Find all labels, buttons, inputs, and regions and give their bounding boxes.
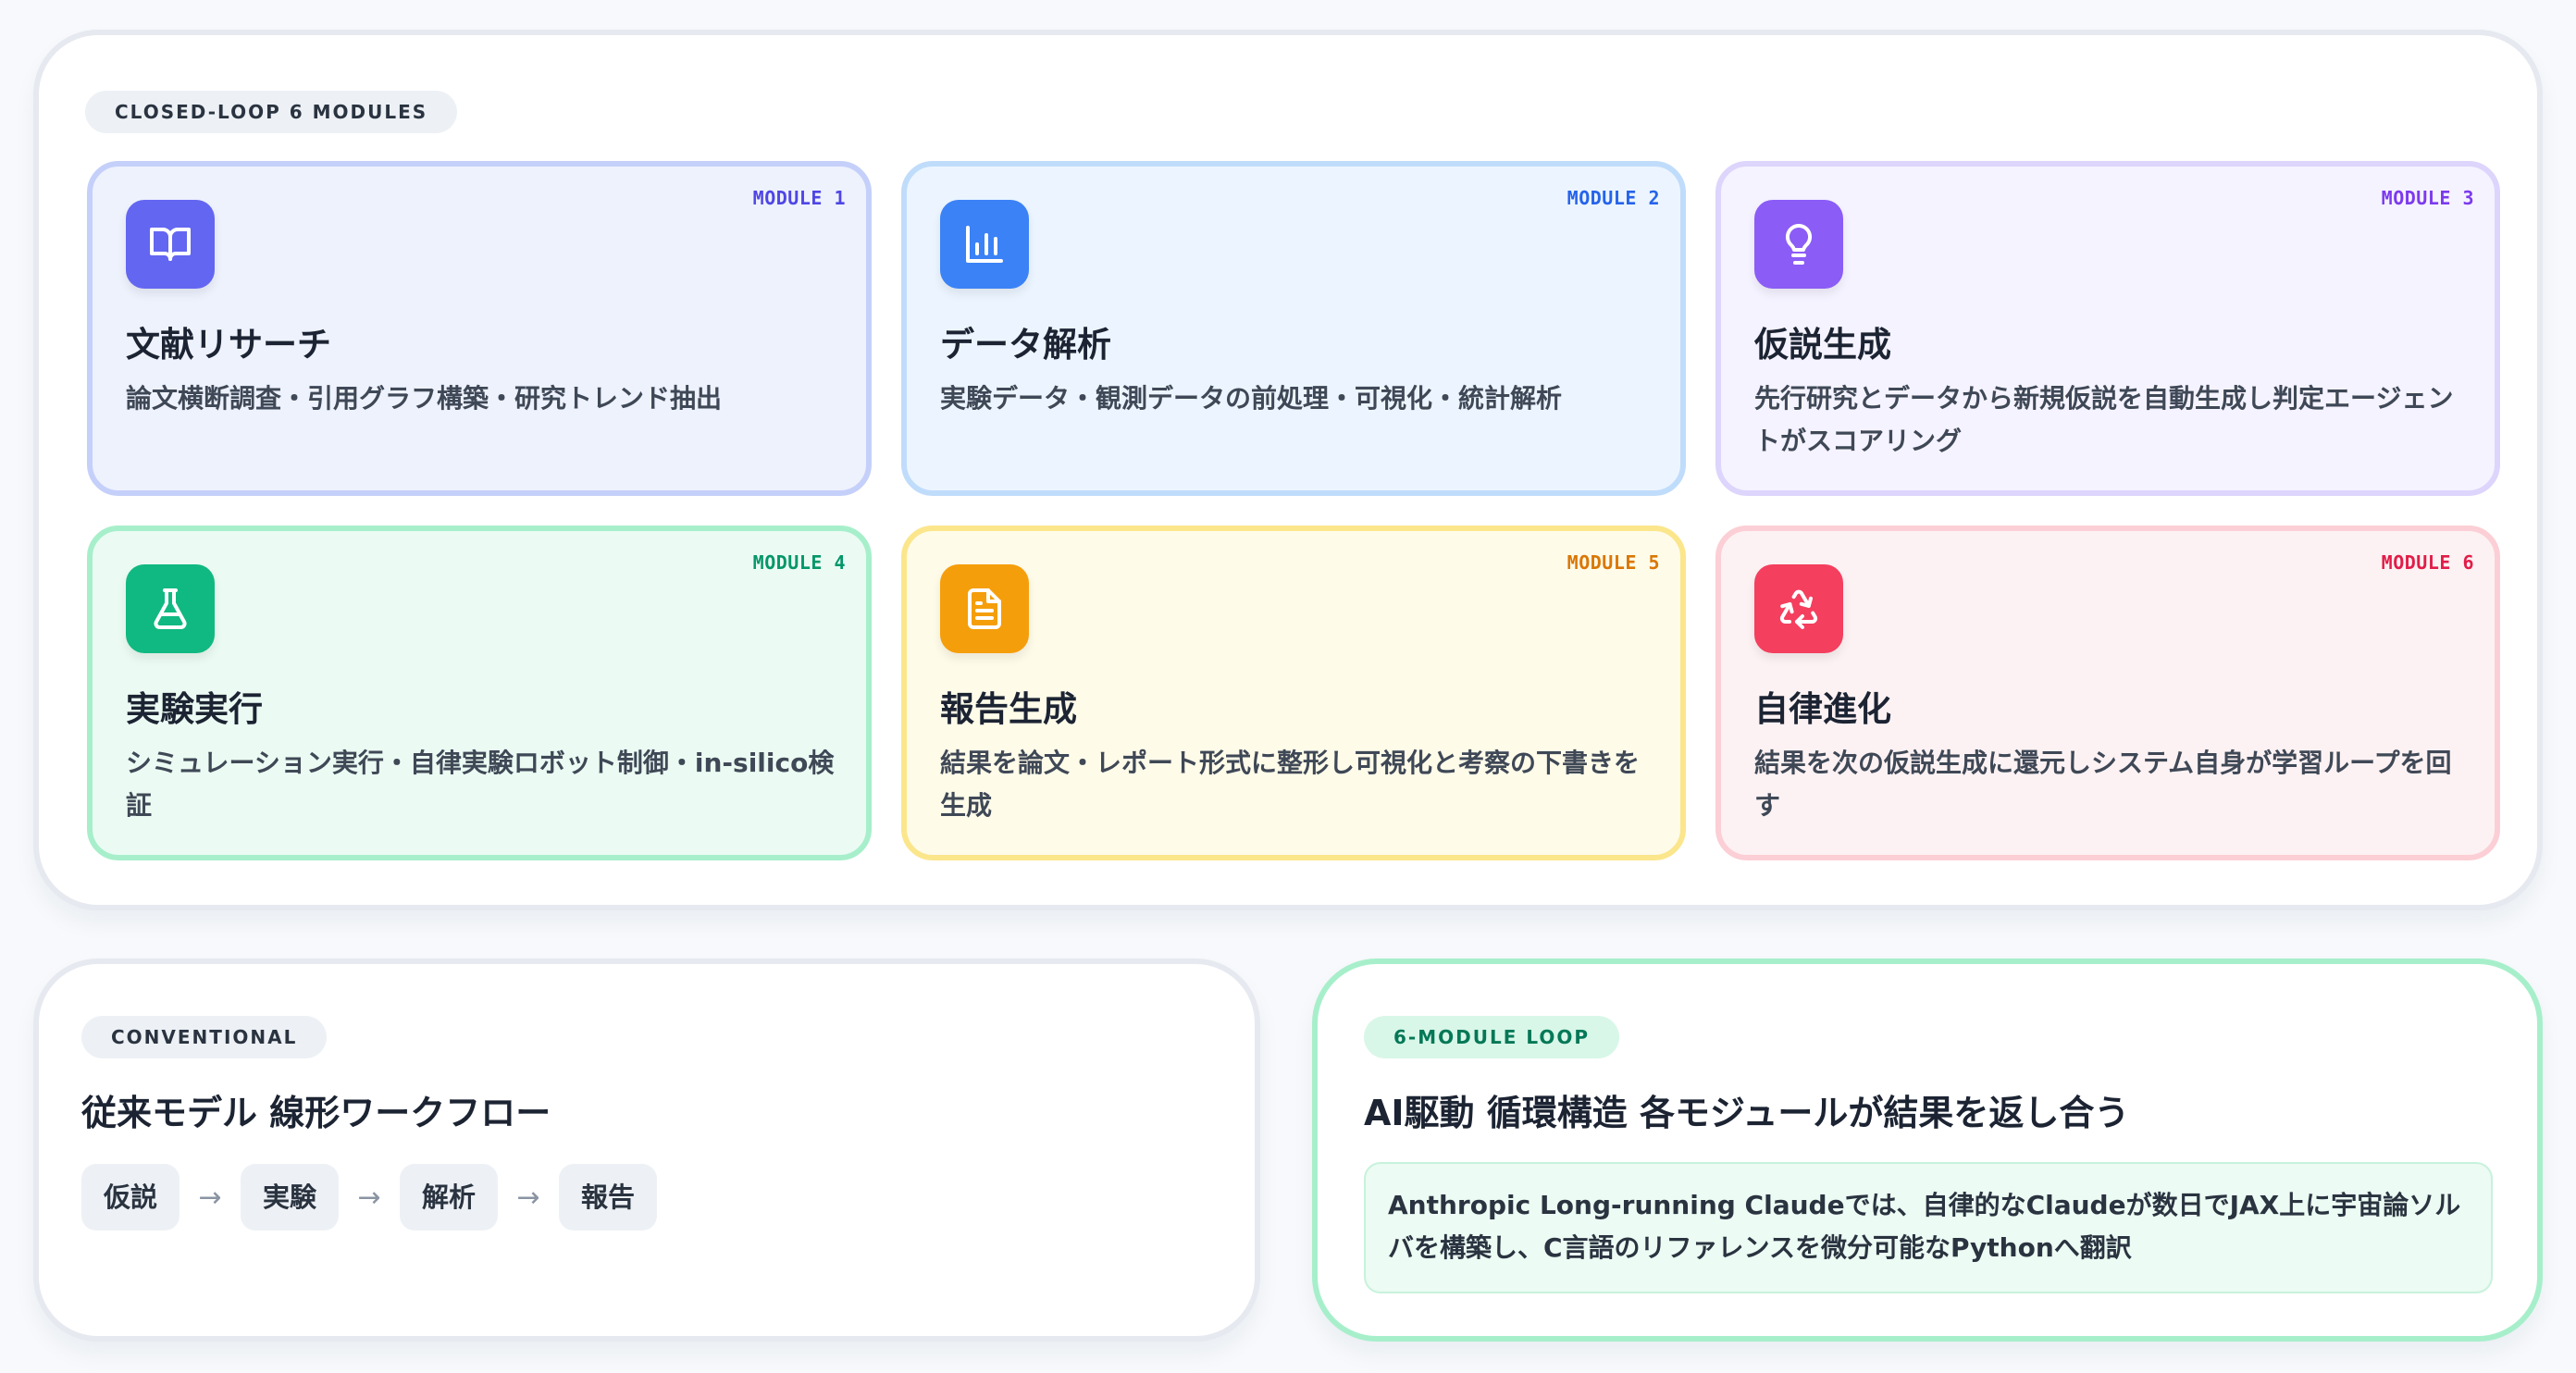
module-description: 実験データ・観測データの前処理・可視化・統計解析 xyxy=(940,383,1563,414)
conventional-panel: CONVENTIONAL 従来モデル 線形ワークフロー 仮説 → 実験 → 解析… xyxy=(33,959,1260,1342)
book-open-icon xyxy=(126,200,215,289)
workflow-step-analysis: 解析 xyxy=(400,1164,499,1231)
module-tag: MODULE 2 xyxy=(1567,187,1660,209)
module-description: 結果を論文・レポート形式に整形し可視化と考察の下書きを生成 xyxy=(940,748,1641,821)
arrow-right-icon: → xyxy=(357,1181,381,1214)
conventional-title: 従来モデル 線形ワークフロー xyxy=(81,1093,551,1133)
module-card-6[interactable]: MODULE 6 自律進化 結果を次の仮説生成に還元しシステム自身が学習ループを… xyxy=(1715,526,2500,860)
module-title: 実験実行 xyxy=(126,689,263,729)
conventional-chip: CONVENTIONAL xyxy=(81,1016,328,1058)
module-tag: MODULE 4 xyxy=(752,551,846,574)
module-card-2[interactable]: MODULE 2 データ解析 実験データ・観測データの前処理・可視化・統計解析 xyxy=(901,161,1686,496)
closed-loop-chip: CLOSED-LOOP 6 MODULES xyxy=(85,91,458,133)
module-card-4[interactable]: MODULE 4 実験実行 シミュレーション実行・自律実験ロボット制御・in-s… xyxy=(87,526,872,860)
module-tag: MODULE 3 xyxy=(2381,187,2474,209)
linear-workflow: 仮説 → 実験 → 解析 → 報告 xyxy=(81,1164,658,1231)
module-title: データ解析 xyxy=(940,325,1111,365)
module-card-1[interactable]: MODULE 1 文献リサーチ 論文横断調査・引用グラフ構築・研究トレンド抽出 xyxy=(87,161,872,496)
loop-example-note: Anthropic Long-running Claudeでは、自律的なClau… xyxy=(1364,1162,2493,1293)
module-tag: MODULE 1 xyxy=(752,187,846,209)
workflow-step-report: 報告 xyxy=(559,1164,658,1231)
loop-chip: 6-MODULE LOOP xyxy=(1364,1016,1620,1058)
workflow-step-hypothesis: 仮説 xyxy=(81,1164,180,1231)
lightbulb-icon xyxy=(1754,200,1843,289)
recycle-icon xyxy=(1754,564,1843,653)
module-card-5[interactable]: MODULE 5 報告生成 結果を論文・レポート形式に整形し可視化と考察の下書き… xyxy=(901,526,1686,860)
modules-panel: CLOSED-LOOP 6 MODULES MODULE 1 文献リサーチ 論文… xyxy=(33,30,2543,910)
loop-panel: 6-MODULE LOOP AI駆動 循環構造 各モジュールが結果を返し合う A… xyxy=(1312,959,2543,1342)
arrow-right-icon: → xyxy=(198,1181,222,1214)
module-title: 仮説生成 xyxy=(1754,325,1891,365)
flask-icon xyxy=(126,564,215,653)
module-title: 文献リサーチ xyxy=(126,325,331,365)
module-description: 結果を次の仮説生成に還元しシステム自身が学習ループを回す xyxy=(1754,748,2452,821)
module-description: 先行研究とデータから新規仮説を自動生成し判定エージェントがスコアリング xyxy=(1754,383,2454,456)
arrow-right-icon: → xyxy=(516,1181,540,1214)
module-tag: MODULE 5 xyxy=(1567,551,1660,574)
bar-chart-icon xyxy=(940,200,1029,289)
module-title: 報告生成 xyxy=(940,689,1077,729)
document-icon xyxy=(940,564,1029,653)
module-title: 自律進化 xyxy=(1754,689,1891,729)
module-tag: MODULE 6 xyxy=(2381,551,2474,574)
module-description: シミュレーション実行・自律実験ロボット制御・in-silico検証 xyxy=(126,748,835,821)
module-card-3[interactable]: MODULE 3 仮説生成 先行研究とデータから新規仮説を自動生成し判定エージェ… xyxy=(1715,161,2500,496)
module-description: 論文横断調査・引用グラフ構築・研究トレンド抽出 xyxy=(126,383,723,414)
workflow-step-experiment: 実験 xyxy=(241,1164,340,1231)
loop-title: AI駆動 循環構造 各モジュールが結果を返し合う xyxy=(1364,1093,2130,1133)
